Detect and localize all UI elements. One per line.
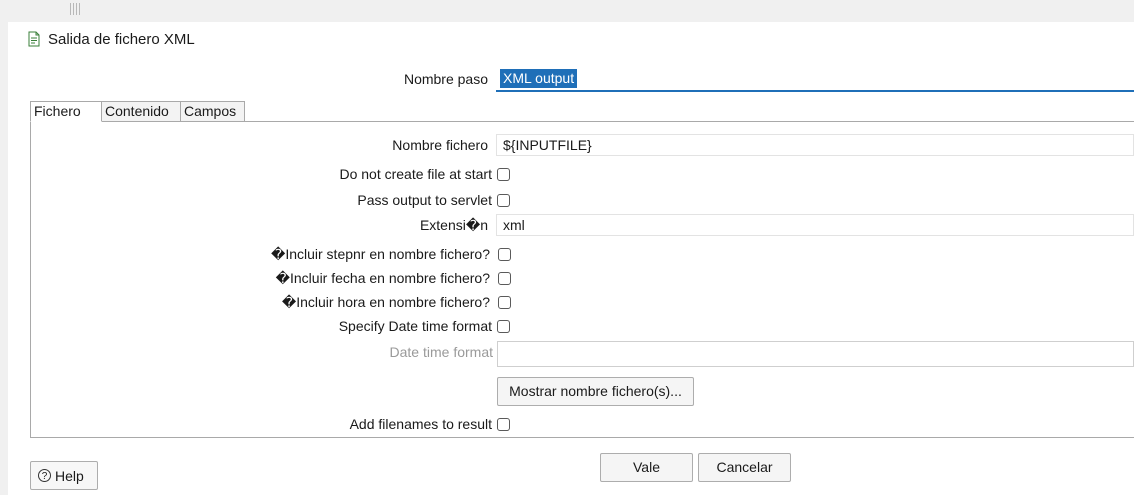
resize-grip-icon[interactable]: [70, 3, 80, 15]
servlet-checkbox[interactable]: [497, 194, 510, 207]
include-time-checkbox[interactable]: [498, 296, 511, 309]
include-date-checkbox[interactable]: [498, 272, 511, 285]
filename-label: Nombre fichero: [392, 137, 488, 153]
tab-fichero[interactable]: Fichero: [30, 101, 102, 122]
datetime-format-input[interactable]: [497, 341, 1134, 367]
tab-campos[interactable]: Campos: [180, 101, 245, 122]
dialog-title: Salida de fichero XML: [48, 31, 195, 48]
no-create-checkbox[interactable]: [497, 168, 510, 181]
extension-label: Extensi�n: [419, 217, 488, 233]
step-name-value: XML output: [500, 69, 578, 88]
cancel-button[interactable]: Cancelar: [698, 453, 791, 482]
servlet-label: Pass output to servlet: [357, 192, 492, 208]
extension-input[interactable]: xml: [496, 214, 1134, 236]
tab-contenido[interactable]: Contenido: [101, 101, 181, 122]
help-label: Help: [55, 468, 84, 484]
help-icon: ?: [38, 469, 51, 482]
help-button[interactable]: ? Help: [30, 461, 98, 490]
include-date-label: �Incluir fecha en nombre fichero?: [275, 270, 490, 286]
ok-button[interactable]: Vale: [600, 453, 693, 482]
window-top-strip: [0, 0, 1134, 22]
show-filenames-button[interactable]: Mostrar nombre fichero(s)...: [497, 377, 694, 406]
filename-input[interactable]: ${INPUTFILE}: [496, 134, 1134, 156]
include-stepnr-label: �Incluir stepnr en nombre fichero?: [270, 246, 490, 262]
add-filenames-checkbox[interactable]: [497, 418, 510, 431]
include-stepnr-checkbox[interactable]: [498, 248, 511, 261]
specify-datetime-checkbox[interactable]: [497, 320, 510, 333]
datetime-format-label: Date time format: [389, 344, 493, 360]
no-create-label: Do not create file at start: [339, 166, 492, 182]
xml-file-icon: [28, 31, 40, 47]
specify-datetime-label: Specify Date time format: [338, 318, 492, 334]
include-time-label: �Incluir hora en nombre fichero?: [281, 294, 490, 310]
step-name-label: Nombre paso: [403, 71, 488, 87]
add-filenames-label: Add filenames to result: [349, 416, 492, 432]
step-name-input[interactable]: XML output: [496, 67, 1134, 92]
